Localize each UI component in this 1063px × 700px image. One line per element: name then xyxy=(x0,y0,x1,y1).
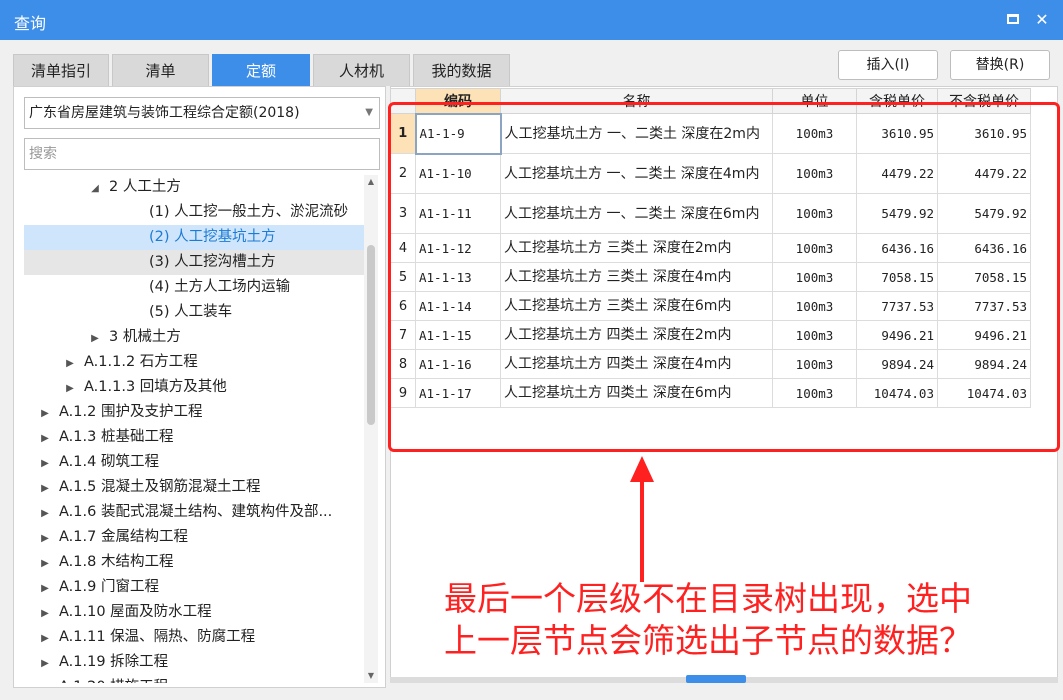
tree-node-label: 2 人工土方 xyxy=(109,179,181,195)
tree-node[interactable]: ▶ A.1.8 木结构工程 xyxy=(24,550,364,575)
catalog-tree: ◢ 2 人工土方 (1) 人工挖一般土方、淤泥流砂 (2) 人工挖基坑土方 (3) 人工… xyxy=(14,175,364,683)
tree-node-label: A.1.11 保温、隔热、防腐工程 xyxy=(59,629,256,645)
close-button[interactable]: ✕ xyxy=(1032,10,1052,30)
tree-node-label: A.1.10 屋面及防水工程 xyxy=(59,604,212,620)
tab-my-data[interactable]: 我的数据 xyxy=(413,54,510,86)
expand-arrow-icon[interactable]: ▶ xyxy=(37,526,53,551)
tree-node-label: 3 机械土方 xyxy=(109,329,181,345)
tab-labor-material-machine[interactable]: 人材机 xyxy=(313,54,410,86)
tree-node[interactable]: ▶ A.1.9 门窗工程 xyxy=(24,575,364,600)
expand-arrow-icon[interactable]: ▶ xyxy=(37,426,53,451)
expand-arrow-icon[interactable]: ▶ xyxy=(87,326,103,351)
tree-node[interactable]: (4) 土方人工场内运输 xyxy=(24,275,364,300)
tree-node[interactable]: ▶ 3 机械土方 xyxy=(24,325,364,350)
scroll-thumb[interactable] xyxy=(367,245,375,425)
tree-node-label: A.1.20 措施工程 xyxy=(59,679,168,683)
tree-node-label: A.1.6 装配式混凝土结构、建筑构件及部... xyxy=(59,504,333,520)
tree-node[interactable]: ▶ A.1.10 屋面及防水工程 xyxy=(24,600,364,625)
quota-set-value: 广东省房屋建筑与装饰工程综合定额(2018) xyxy=(29,105,300,121)
tree-node[interactable]: ▶ A.1.19 拆除工程 xyxy=(24,650,364,675)
tree-node[interactable]: ▶ A.1.4 砌筑工程 xyxy=(24,450,364,475)
tree-node-label: (3) 人工挖沟槽土方 xyxy=(149,254,276,270)
tree-node-label: (2) 人工挖基坑土方 xyxy=(149,229,276,245)
tree-scrollbar[interactable]: ▲ ▼ xyxy=(364,175,378,683)
arrow-shaft xyxy=(640,478,644,582)
tree-node-label: A.1.1.2 石方工程 xyxy=(84,354,198,370)
tree-node[interactable]: ▶ A.1.6 装配式混凝土结构、建筑构件及部... xyxy=(24,500,364,525)
expand-arrow-icon[interactable]: ▶ xyxy=(37,651,53,676)
window-title: 查询 xyxy=(14,14,47,33)
expand-arrow-icon[interactable]: ▶ xyxy=(62,376,78,401)
tree-node-label: (4) 土方人工场内运输 xyxy=(149,279,291,295)
title-bar: 查询 ✕ xyxy=(0,0,1063,40)
tree-node[interactable]: ▶ A.1.3 桩基础工程 xyxy=(24,425,364,450)
quota-set-select[interactable]: 广东省房屋建筑与装饰工程综合定额(2018) ▼ xyxy=(24,97,380,129)
tree-node-label: A.1.19 拆除工程 xyxy=(59,654,169,670)
tree-node-label: A.1.8 木结构工程 xyxy=(59,554,174,570)
tab-list-guide[interactable]: 清单指引 xyxy=(13,54,109,86)
tree-node[interactable]: (2) 人工挖基坑土方 xyxy=(24,225,364,250)
tree-node-label: A.1.5 混凝土及钢筋混凝土工程 xyxy=(59,479,261,495)
tree-node[interactable]: (3) 人工挖沟槽土方 xyxy=(24,250,364,275)
highlight-box xyxy=(388,102,1060,452)
tree-node-label: A.1.7 金属结构工程 xyxy=(59,529,188,545)
tree-node[interactable]: ▶ A.1.20 措施工程 xyxy=(24,675,364,683)
tree-node-label: (1) 人工挖一般土方、淤泥流砂 xyxy=(149,204,349,220)
tree-node[interactable]: ◢ 2 人工土方 xyxy=(24,175,364,200)
annotation-text: 最后一个层级不在目录树出现，选中 上一层节点会筛选出子节点的数据？ xyxy=(444,578,1044,662)
expand-arrow-icon[interactable]: ▶ xyxy=(37,601,53,626)
expand-arrow-icon[interactable]: ▶ xyxy=(62,351,78,376)
scroll-down-icon[interactable]: ▼ xyxy=(364,669,378,683)
tree-node-label: A.1.2 围护及支护工程 xyxy=(59,404,203,420)
maximize-button[interactable] xyxy=(1003,10,1023,30)
annotation-line-1: 最后一个层级不在目录树出现，选中 xyxy=(444,579,972,618)
tree-node-label: A.1.1.3 回填方及其他 xyxy=(84,379,227,395)
collapse-arrow-icon[interactable]: ◢ xyxy=(87,176,103,201)
tree-node[interactable]: (5) 人工装车 xyxy=(24,300,364,325)
tab-quota[interactable]: 定额 xyxy=(212,54,310,86)
expand-arrow-icon[interactable]: ▶ xyxy=(37,551,53,576)
tree-node[interactable]: ▶ A.1.1.3 回填方及其他 xyxy=(24,375,364,400)
expand-arrow-icon[interactable]: ▶ xyxy=(37,626,53,651)
replace-button[interactable]: 替换(R) xyxy=(950,50,1050,80)
expand-arrow-icon[interactable]: ▶ xyxy=(37,451,53,476)
tree-node[interactable]: ▶ A.1.5 混凝土及钢筋混凝土工程 xyxy=(24,475,364,500)
tab-list[interactable]: 清单 xyxy=(112,54,209,86)
scroll-up-icon[interactable]: ▲ xyxy=(364,175,378,189)
tree-node[interactable]: ▶ A.1.2 围护及支护工程 xyxy=(24,400,364,425)
tree-node-label: (5) 人工装车 xyxy=(149,304,233,320)
chevron-down-icon: ▼ xyxy=(365,107,373,118)
annotation-line-2: 上一层节点会筛选出子节点的数据？ xyxy=(444,621,972,660)
expand-arrow-icon[interactable]: ▶ xyxy=(37,576,53,601)
tree-node-label: A.1.9 门窗工程 xyxy=(59,579,159,595)
expand-arrow-icon[interactable]: ▶ xyxy=(37,501,53,526)
expand-arrow-icon[interactable]: ▶ xyxy=(37,401,53,426)
expand-arrow-icon[interactable]: ▶ xyxy=(37,476,53,501)
search-placeholder: 搜索 xyxy=(29,146,57,162)
splitter-handle[interactable] xyxy=(686,675,746,683)
maximize-icon xyxy=(1007,14,1019,24)
tree-node-label: A.1.3 桩基础工程 xyxy=(59,429,174,445)
tree-node[interactable]: (1) 人工挖一般土方、淤泥流砂 xyxy=(24,200,364,225)
tree-node[interactable]: ▶ A.1.11 保温、隔热、防腐工程 xyxy=(24,625,364,650)
tree-node[interactable]: ▶ A.1.7 金属结构工程 xyxy=(24,525,364,550)
panel-splitter[interactable] xyxy=(390,675,1058,683)
insert-button[interactable]: 插入(I) xyxy=(838,50,938,80)
search-input[interactable]: 搜索 xyxy=(24,138,380,170)
tree-node-label: A.1.4 砌筑工程 xyxy=(59,454,159,470)
close-icon: ✕ xyxy=(1035,10,1049,29)
tree-node[interactable]: ▶ A.1.1.2 石方工程 xyxy=(24,350,364,375)
expand-arrow-icon[interactable]: ▶ xyxy=(37,676,53,683)
